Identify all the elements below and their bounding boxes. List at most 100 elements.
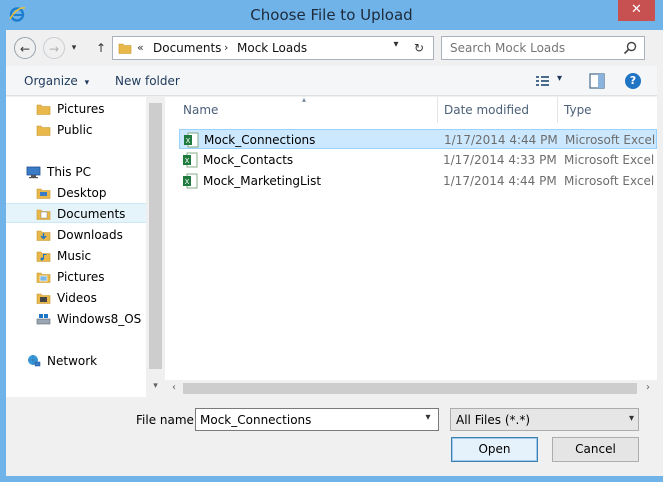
help-icon[interactable]: ? (625, 73, 641, 89)
music-icon (36, 251, 51, 262)
chevron-down-icon: ▾ (84, 78, 90, 88)
search-box[interactable] (441, 36, 645, 60)
title-bar: Choose File to Upload ✕ (0, 0, 663, 30)
folder-icon (118, 43, 132, 54)
file-type-filter[interactable]: All Files (*.*) ▾ (450, 408, 639, 431)
file-type: Microsoft Excel C (564, 174, 657, 188)
sidebar-item-videos[interactable]: Videos (6, 288, 146, 308)
downloads-icon (36, 230, 51, 241)
file-name-input[interactable] (200, 412, 418, 428)
chevron-down-icon: ▾ (71, 43, 77, 53)
back-arrow-icon: ← (19, 42, 31, 56)
file-name: Mock_Connections (204, 133, 316, 147)
sidebar-item-label: Videos (57, 291, 97, 305)
search-input[interactable] (450, 40, 620, 56)
navigation-pane-scrollbar[interactable]: ▾ (147, 97, 164, 397)
column-header-type[interactable]: Type (564, 103, 592, 117)
new-folder-button[interactable]: New folder (115, 74, 180, 88)
folder-icon (36, 104, 51, 115)
file-list: ▴ Name Date modified Type X Mock_Connect… (165, 97, 657, 397)
command-bar: Organize ▾ New folder ▾ ? (6, 66, 657, 96)
file-date: 1/17/2014 4:44 PM (443, 174, 557, 188)
file-type: Microsoft Excel C (565, 133, 657, 147)
sidebar-item-label: Music (57, 249, 92, 263)
excel-csv-icon: X (183, 173, 198, 189)
pictures-icon (36, 272, 51, 283)
breadcrumb-overflow-icon[interactable]: « (137, 41, 144, 54)
back-button[interactable]: ← (14, 37, 36, 59)
address-dropdown-icon[interactable]: ▾ (389, 39, 403, 50)
search-icon[interactable] (622, 40, 638, 56)
sidebar-item-label: Public (57, 123, 93, 137)
forward-button[interactable]: → (43, 37, 65, 59)
forward-arrow-icon: → (48, 42, 60, 56)
organize-button[interactable]: Organize ▾ (24, 74, 89, 88)
column-divider[interactable] (557, 97, 558, 123)
folder-icon (36, 188, 51, 199)
file-list-scrollbar[interactable]: ‹ › (165, 380, 657, 397)
sidebar-item-label: Network (47, 354, 98, 368)
scrollbar-thumb[interactable] (183, 383, 637, 394)
sidebar-item-pictures[interactable]: Pictures (6, 99, 146, 119)
breadcrumb-mock-loads[interactable]: Mock Loads (237, 41, 307, 55)
sidebar-item-pictures-library[interactable]: Pictures (6, 267, 146, 287)
computer-icon (26, 166, 41, 179)
sidebar-item-desktop[interactable]: Desktop (6, 183, 146, 203)
excel-csv-icon: X (183, 152, 198, 168)
preview-pane-icon[interactable] (588, 72, 606, 90)
chevron-down-icon[interactable]: ▾ (421, 412, 435, 423)
navigation-pane: Pictures Public This PC Desktop Document… (6, 97, 146, 397)
sidebar-item-label: Downloads (57, 228, 123, 242)
documents-icon (36, 209, 51, 220)
column-header-date-modified[interactable]: Date modified (444, 103, 529, 117)
file-name: Mock_Contacts (203, 153, 294, 167)
file-row[interactable]: X Mock_Contacts 1/17/2014 4:33 PM Micros… (179, 150, 657, 170)
file-row[interactable]: X Mock_MarketingList 1/17/2014 4:44 PM M… (179, 171, 657, 191)
sidebar-item-network[interactable]: Network (6, 351, 146, 371)
sidebar-item-public[interactable]: Public (6, 120, 146, 140)
scrollbar-thumb[interactable] (149, 103, 162, 369)
address-bar[interactable]: « Documents › Mock Loads ▾ ↻ (112, 36, 434, 60)
scroll-right-icon[interactable]: › (641, 382, 655, 396)
svg-text:X: X (185, 178, 190, 186)
sidebar-item-label: This PC (47, 165, 91, 179)
scroll-down-icon[interactable]: ▾ (147, 381, 164, 395)
organize-label: Organize (24, 74, 78, 88)
excel-csv-icon: X (184, 132, 199, 148)
close-button[interactable]: ✕ (618, 0, 655, 21)
chevron-down-icon: ▾ (628, 413, 634, 424)
sidebar-item-documents[interactable]: Documents (6, 203, 146, 223)
sidebar-item-windows8-os[interactable]: Windows8_OS (C (6, 309, 146, 329)
column-header-name[interactable]: Name (183, 103, 218, 117)
folder-icon (36, 125, 51, 136)
sidebar-item-downloads[interactable]: Downloads (6, 225, 146, 245)
svg-text:X: X (185, 157, 190, 165)
drive-icon (36, 314, 51, 325)
up-button[interactable]: ↑ (90, 37, 112, 59)
file-row[interactable]: X Mock_Connections 1/17/2014 4:44 PM Mic… (179, 129, 657, 149)
breadcrumb-documents[interactable]: Documents (153, 41, 221, 55)
view-dropdown-icon[interactable]: ▾ (557, 73, 562, 84)
sort-ascending-icon: ▴ (302, 97, 307, 104)
recent-locations-dropdown[interactable]: ▾ (68, 37, 80, 59)
file-date: 1/17/2014 4:44 PM (444, 133, 558, 147)
file-type-filter-value: All Files (*.*) (456, 413, 531, 427)
file-name-combobox[interactable]: ▾ (195, 408, 439, 431)
open-button[interactable]: Open (451, 437, 538, 462)
refresh-button[interactable]: ↻ (409, 38, 429, 58)
sidebar-item-label: Pictures (57, 102, 105, 116)
sidebar-item-label: Desktop (57, 186, 107, 200)
sidebar-item-label: Windows8_OS (C (57, 312, 146, 326)
file-name-label: File name: (136, 413, 198, 427)
column-divider[interactable] (437, 97, 438, 123)
up-arrow-icon: ↑ (95, 41, 107, 55)
sidebar-item-label: Pictures (57, 270, 105, 284)
cancel-button[interactable]: Cancel (552, 437, 639, 462)
view-options-icon[interactable] (534, 72, 552, 90)
window-title: Choose File to Upload (250, 6, 413, 24)
breadcrumb-separator-icon: › (224, 41, 229, 54)
sidebar-item-this-pc[interactable]: This PC (6, 162, 146, 182)
scroll-left-icon[interactable]: ‹ (167, 382, 181, 396)
sidebar-item-music[interactable]: Music (6, 246, 146, 266)
file-date: 1/17/2014 4:33 PM (443, 153, 557, 167)
